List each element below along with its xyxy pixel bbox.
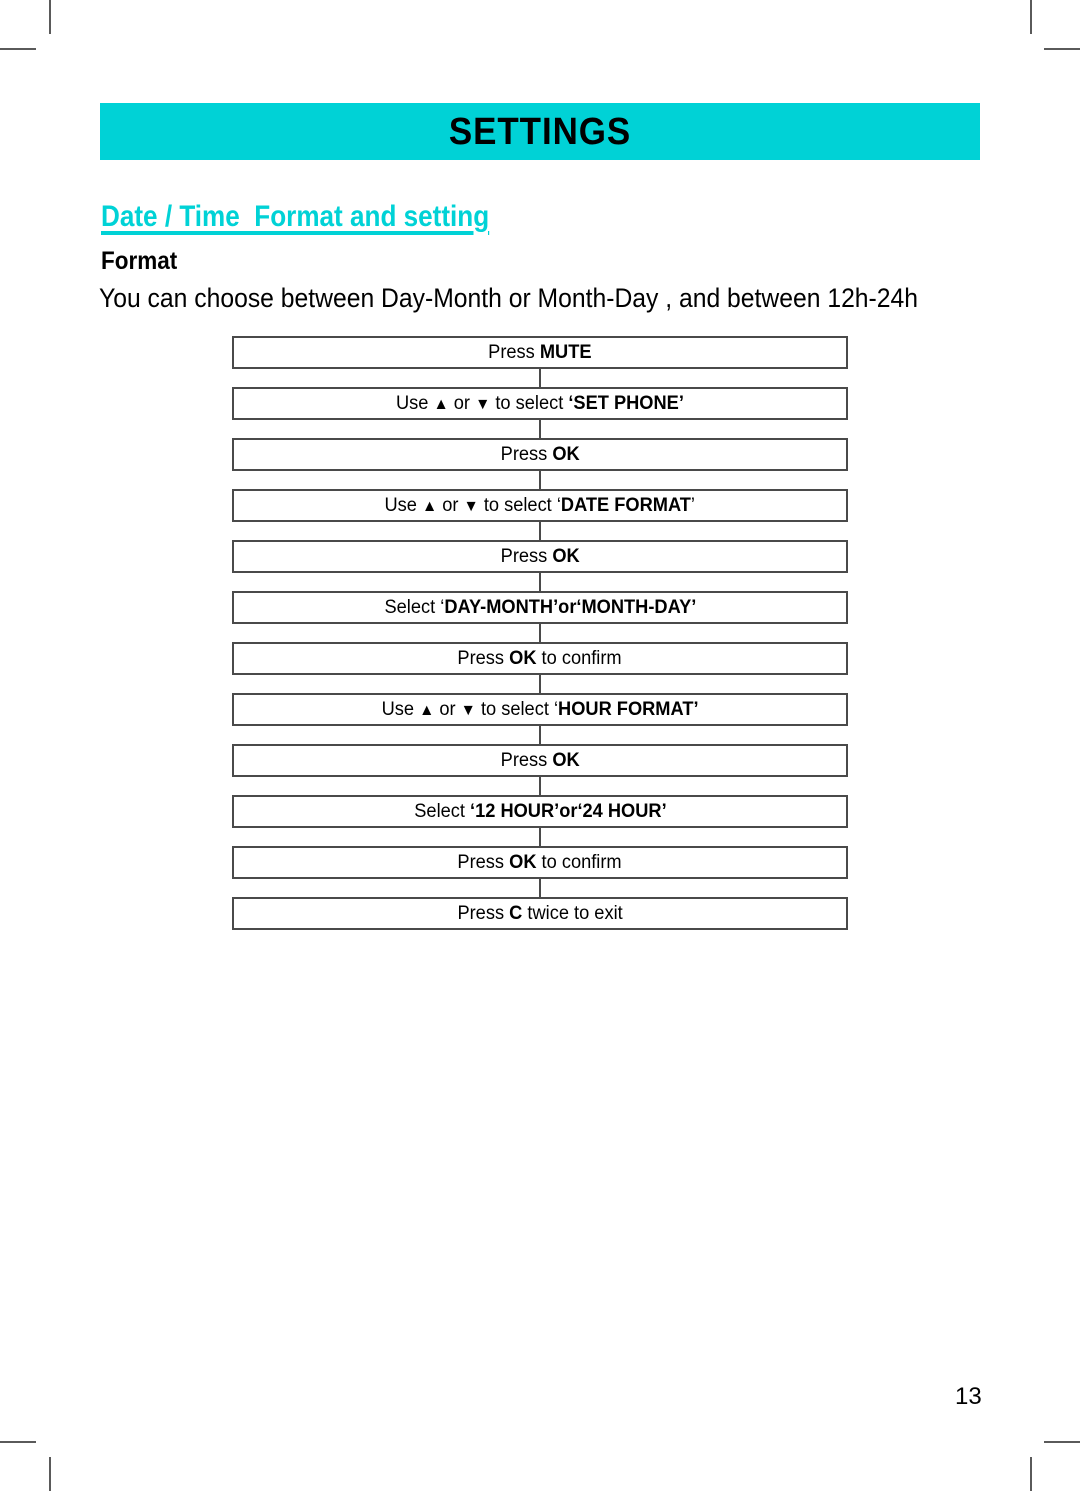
flow-step-press-ok-to-confirm-1: Press OK to confirm (232, 642, 848, 675)
intro-paragraph: You can choose between Day-Month or Mont… (99, 283, 918, 313)
flow-box-press-ok-1: Press OK (232, 438, 848, 471)
crop-mark-bottom-left-horizontal (0, 1441, 36, 1443)
flow-step-press-ok-2: Press OK (232, 540, 848, 573)
down-arrow-icon: ▼ (475, 396, 491, 413)
flow-box-select-date-format: Use ▲ or ▼ to select ‘DATE FORMAT’ (232, 489, 848, 522)
flow-step-press-ok-3: Press OK (232, 744, 848, 777)
flow-connector (539, 573, 541, 591)
flow-connector (539, 624, 541, 642)
flow-box-press-mute: Press MUTE (232, 336, 848, 369)
procedure-flowchart: Press MUTE Use ▲ or ▼ to select ‘SET PHON… (232, 336, 848, 930)
flow-step-press-ok-1: Press OK (232, 438, 848, 471)
flow-step-select-date-format: Use ▲ or ▼ to select ‘DATE FORMAT’ (232, 489, 848, 522)
flow-step-press-c-twice-to-exit: Press C twice to exit (232, 897, 848, 930)
flow-box-press-ok-to-confirm-2: Press OK to confirm (232, 846, 848, 879)
flow-step-label: Press OK to confirm (457, 648, 623, 669)
page-title: Date / Time Format and setting (101, 200, 490, 233)
flow-connector (539, 675, 541, 693)
crop-mark-top-left-horizontal (0, 48, 36, 50)
flow-step-label: Press OK to confirm (457, 852, 623, 873)
banner-title: SETTINGS (448, 110, 632, 153)
flow-box-press-ok-to-confirm-1: Press OK to confirm (232, 642, 848, 675)
flow-step-label: Select ‘12 HOUR’or‘24 HOUR’ (413, 801, 667, 822)
flow-step-label: Select ‘DAY-MONTH’or‘MONTH-DAY’ (384, 597, 696, 618)
flow-step-label: Press OK (500, 750, 580, 771)
up-arrow-icon: ▲ (422, 498, 438, 515)
manual-page: SETTINGS Date / Time Format and setting … (0, 0, 1080, 1491)
flow-box-press-c-twice-to-exit: Press C twice to exit (232, 897, 848, 930)
crop-mark-top-right-horizontal (1044, 48, 1080, 50)
flow-step-label: Press MUTE (488, 342, 592, 363)
up-arrow-icon: ▲ (419, 702, 435, 719)
sub-heading-format: Format (101, 247, 178, 275)
flow-step-label: Use ▲ or ▼ to select ‘SET PHONE’ (396, 393, 684, 414)
flow-step-label: Press OK (500, 444, 580, 465)
flow-step-select-day-month-or-month-day: Select ‘DAY-MONTH’or‘MONTH-DAY’ (232, 591, 848, 624)
crop-mark-bottom-right-horizontal (1044, 1441, 1080, 1443)
crop-mark-top-right-vertical (1030, 0, 1032, 34)
flow-step-label: Use ▲ or ▼ to select ‘HOUR FORMAT’ (381, 699, 699, 720)
flow-step-press-mute: Press MUTE (232, 336, 848, 369)
crop-mark-top-left-vertical (49, 0, 51, 34)
flow-connector (539, 726, 541, 744)
page-number: 13 (955, 1383, 982, 1410)
down-arrow-icon: ▼ (463, 498, 480, 515)
flow-connector (539, 879, 541, 897)
crop-mark-bottom-left-vertical (49, 1457, 51, 1491)
up-arrow-icon: ▲ (433, 396, 449, 413)
flow-step-label: Use ▲ or ▼ to select ‘DATE FORMAT’ (384, 495, 696, 516)
flow-connector (539, 369, 541, 387)
flow-connector (539, 471, 541, 489)
flow-connector (539, 522, 541, 540)
flow-connector (539, 828, 541, 846)
flow-connector (539, 777, 541, 795)
down-arrow-icon: ▼ (460, 702, 476, 719)
flow-box-press-ok-3: Press OK (232, 744, 848, 777)
flow-step-label: Press OK (500, 546, 580, 567)
flow-step-select-hour-format: Use ▲ or ▼ to select ‘HOUR FORMAT’ (232, 693, 848, 726)
flow-step-label: Press C twice to exit (457, 903, 623, 924)
flow-step-select-set-phone: Use ▲ or ▼ to select ‘SET PHONE’ (232, 387, 848, 420)
settings-banner: SETTINGS (100, 103, 980, 160)
flow-step-select-12-hour-or-24-hour: Select ‘12 HOUR’or‘24 HOUR’ (232, 795, 848, 828)
flow-step-press-ok-to-confirm-2: Press OK to confirm (232, 846, 848, 879)
flow-connector (539, 420, 541, 438)
flow-box-select-12-hour-or-24-hour: Select ‘12 HOUR’or‘24 HOUR’ (232, 795, 848, 828)
flow-box-select-day-month-or-month-day: Select ‘DAY-MONTH’or‘MONTH-DAY’ (232, 591, 848, 624)
flow-box-select-hour-format: Use ▲ or ▼ to select ‘HOUR FORMAT’ (232, 693, 848, 726)
flow-box-select-set-phone: Use ▲ or ▼ to select ‘SET PHONE’ (232, 387, 848, 420)
flow-box-press-ok-2: Press OK (232, 540, 848, 573)
crop-mark-bottom-right-vertical (1030, 1457, 1032, 1491)
